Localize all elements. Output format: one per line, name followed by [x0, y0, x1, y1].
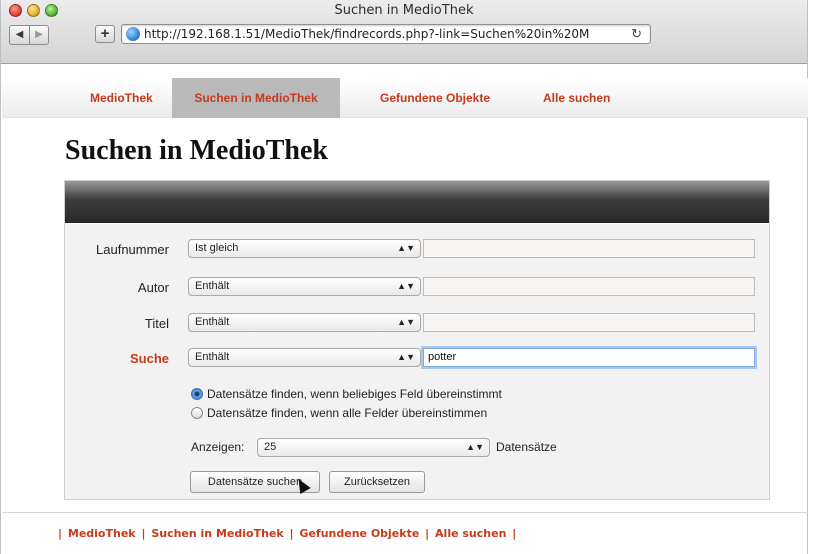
forward-icon[interactable]: ▶	[29, 26, 48, 44]
value-input-autor[interactable]	[423, 277, 755, 296]
field-label-autor: Autor	[137, 280, 169, 295]
site-nav: MedioThek Suchen in MedioThek Gefundene …	[2, 78, 808, 118]
footer-separator: |	[58, 527, 63, 540]
operator-value: Enthält	[195, 316, 230, 328]
nav-item-mediothek[interactable]: MedioThek	[90, 78, 153, 118]
radio-option-any[interactable]: Datensätze finden, wenn beliebiges Feld …	[191, 387, 502, 401]
operator-select-autor[interactable]: Enthält ▲▼	[188, 277, 421, 296]
footer-separator: |	[141, 527, 146, 540]
footer-link-mediothek[interactable]: MedioThek	[68, 527, 136, 540]
title-bar: Suchen in MedioThek ◀ ▶ + http://192.168…	[1, 0, 807, 64]
footer-separator: |	[289, 527, 294, 540]
select-arrows-icon: ▲▼	[397, 352, 415, 362]
field-label-suche: Suche	[129, 351, 169, 366]
radio-checked-icon[interactable]	[191, 388, 203, 400]
value-input-titel[interactable]	[423, 313, 755, 332]
panel-header	[65, 181, 769, 223]
reload-icon[interactable]: ↻	[631, 26, 642, 42]
radio-label-any: Datensätze finden, wenn beliebiges Feld …	[207, 387, 502, 401]
radio-label-all: Datensätze finden, wenn alle Felder über…	[207, 406, 488, 420]
footer-nav: | MedioThek | Suchen in MedioThek | Gefu…	[57, 527, 517, 540]
globe-icon	[126, 27, 140, 41]
nav-item-alle-suchen[interactable]: Alle suchen	[543, 78, 610, 118]
footer-link-suchen[interactable]: Suchen in MedioThek	[151, 527, 283, 540]
radio-unchecked-icon[interactable]	[191, 407, 203, 419]
footer-separator: |	[425, 527, 430, 540]
show-count-suffix: Datensätze	[496, 440, 557, 454]
browser-window: Suchen in MedioThek ◀ ▶ + http://192.168…	[0, 0, 808, 554]
field-label-laufnummer: Laufnummer	[96, 242, 169, 257]
url-text[interactable]: http://192.168.1.51/MedioThek/findrecord…	[144, 27, 622, 41]
search-panel: Laufnummer Ist gleich ▲▼ Autor Enthält ▲…	[64, 180, 770, 500]
select-arrows-icon: ▲▼	[397, 243, 415, 253]
radio-option-all[interactable]: Datensätze finden, wenn alle Felder über…	[191, 406, 487, 420]
field-label-titel: Titel	[144, 316, 169, 331]
footer-link-alle-suchen[interactable]: Alle suchen	[435, 527, 506, 540]
footer-divider	[2, 512, 808, 513]
operator-value: Enthält	[195, 351, 230, 363]
records-per-page-value: 25	[264, 441, 277, 453]
page-title: Suchen in MedioThek	[65, 135, 328, 166]
add-bookmark-icon[interactable]: +	[95, 25, 115, 43]
operator-select-laufnummer[interactable]: Ist gleich ▲▼	[188, 239, 421, 258]
footer-link-gefundene-objekte[interactable]: Gefundene Objekte	[299, 527, 419, 540]
select-arrows-icon: ▲▼	[397, 281, 415, 291]
operator-value: Ist gleich	[195, 242, 239, 254]
back-icon[interactable]: ◀	[10, 26, 29, 44]
nav-item-suchen[interactable]: Suchen in MedioThek	[172, 78, 340, 118]
operator-select-titel[interactable]: Enthält ▲▼	[188, 313, 421, 332]
nav-item-gefundene-objekte[interactable]: Gefundene Objekte	[380, 78, 490, 118]
window-title: Suchen in MedioThek	[334, 3, 474, 18]
reset-button[interactable]: Zurücksetzen	[329, 471, 425, 493]
records-per-page-select[interactable]: 25 ▲▼	[257, 438, 490, 457]
panel-body: Laufnummer Ist gleich ▲▼ Autor Enthält ▲…	[65, 224, 769, 499]
address-bar[interactable]: http://192.168.1.51/MedioThek/findrecord…	[121, 24, 651, 44]
value-input-suche[interactable]: potter	[423, 348, 755, 367]
select-arrows-icon: ▲▼	[466, 442, 484, 452]
value-input-laufnummer[interactable]	[423, 239, 755, 258]
footer-separator: |	[512, 527, 517, 540]
history-buttons: ◀ ▶	[9, 25, 49, 45]
operator-value: Enthält	[195, 280, 230, 292]
operator-select-suche[interactable]: Enthält ▲▼	[188, 348, 421, 367]
show-count-label: Anzeigen:	[191, 440, 245, 454]
select-arrows-icon: ▲▼	[397, 317, 415, 327]
